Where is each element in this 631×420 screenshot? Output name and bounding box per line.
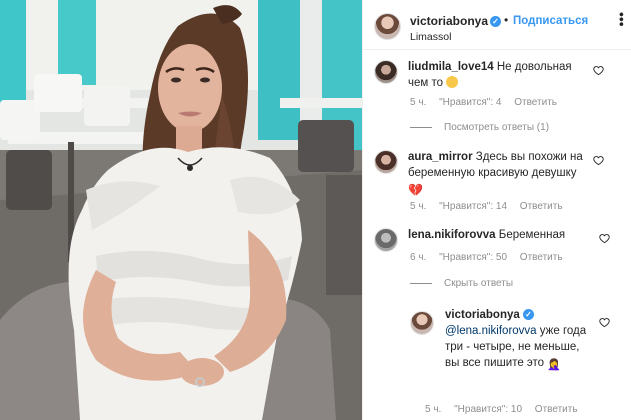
comment-item: aura_mirror Здесь вы похожи на беременну… bbox=[363, 145, 631, 220]
reply-button[interactable]: Ответить bbox=[514, 97, 557, 108]
broken-heart-emoji: 💔 bbox=[408, 183, 423, 197]
commenter-avatar[interactable] bbox=[374, 60, 398, 84]
comment-likes[interactable]: "Нравится": 14 bbox=[439, 201, 507, 212]
comment-text: lena.nikiforovva Беременная bbox=[408, 227, 586, 243]
comment-likes[interactable]: "Нравится": 50 bbox=[439, 252, 507, 263]
facepalm-emoji: 🤦‍♀️ bbox=[547, 359, 561, 371]
comment-body: Беременная bbox=[498, 229, 566, 241]
comment-time: 6 ч. bbox=[410, 252, 427, 263]
comment-text: liudmila_love14 Не довольная чем то bbox=[408, 59, 586, 91]
commenter-avatar[interactable] bbox=[374, 228, 398, 252]
heart-icon[interactable] bbox=[593, 65, 604, 76]
reply-button[interactable]: Ответить bbox=[535, 404, 578, 415]
follow-button[interactable]: Подписаться bbox=[513, 15, 588, 27]
divider-line bbox=[410, 126, 432, 128]
reply-author-username[interactable]: victoriabonya bbox=[445, 309, 520, 321]
comment-likes[interactable]: "Нравится": 4 bbox=[439, 97, 501, 108]
post-photo[interactable] bbox=[0, 0, 362, 420]
author-username[interactable]: victoriabonya bbox=[410, 14, 488, 28]
heart-icon[interactable] bbox=[599, 317, 610, 328]
post-header: victoriabonya ✓ • Подписаться Limassol •… bbox=[363, 0, 631, 50]
reply-text: victoriabonya ✓ @lena.nikiforovva уже го… bbox=[445, 307, 595, 373]
more-options-icon[interactable]: ••• bbox=[614, 12, 630, 27]
reply-author-avatar[interactable] bbox=[410, 311, 434, 335]
commenter-avatar[interactable] bbox=[374, 150, 398, 174]
reply-item: victoriabonya ✓ @lena.nikiforovva уже го… bbox=[363, 305, 631, 420]
comment-meta: 5 ч. "Нравится": 4 Ответить bbox=[410, 97, 567, 108]
view-replies-button[interactable]: Посмотреть ответы (1) bbox=[410, 122, 549, 133]
reply-time: 5 ч. bbox=[425, 404, 442, 415]
reply-mention[interactable]: @lena.nikiforovva bbox=[445, 325, 537, 337]
reply-meta: 5 ч. "Нравится": 10 Ответить bbox=[425, 404, 588, 415]
commenter-username[interactable]: liudmila_love14 bbox=[408, 61, 494, 73]
commenter-username[interactable]: aura_mirror bbox=[408, 151, 473, 163]
reply-button[interactable]: Ответить bbox=[520, 201, 563, 212]
hide-replies-button[interactable]: Скрыть ответы bbox=[410, 278, 513, 289]
heart-icon[interactable] bbox=[593, 155, 604, 166]
comment-item: liudmila_love14 Не довольная чем то 5 ч.… bbox=[363, 55, 631, 130]
hide-replies-label: Скрыть ответы bbox=[444, 278, 514, 289]
comment-text: aura_mirror Здесь вы похожи на беременну… bbox=[408, 149, 586, 198]
divider-line bbox=[410, 282, 432, 284]
reply-button[interactable]: Ответить bbox=[520, 252, 563, 263]
separator-dot: • bbox=[504, 13, 509, 27]
view-replies-label: Посмотреть ответы (1) bbox=[444, 122, 550, 133]
comment-meta: 6 ч. "Нравится": 50 Ответить bbox=[410, 252, 573, 263]
weary-face-emoji bbox=[446, 76, 459, 88]
post-photo-illustration bbox=[0, 0, 362, 420]
comment-meta: 5 ч. "Нравится": 14 Ответить bbox=[410, 201, 573, 212]
author-avatar[interactable] bbox=[374, 13, 401, 40]
post-location[interactable]: Limassol bbox=[410, 31, 451, 43]
comment-time: 5 ч. bbox=[410, 97, 427, 108]
comment-time: 5 ч. bbox=[410, 201, 427, 212]
comments-panel: victoriabonya ✓ • Подписаться Limassol •… bbox=[362, 0, 631, 420]
verified-badge-icon: ✓ bbox=[490, 16, 501, 27]
reply-likes[interactable]: "Нравится": 10 bbox=[454, 404, 522, 415]
commenter-username[interactable]: lena.nikiforovva bbox=[408, 229, 496, 241]
heart-icon[interactable] bbox=[599, 233, 610, 244]
verified-badge-icon: ✓ bbox=[522, 309, 534, 321]
